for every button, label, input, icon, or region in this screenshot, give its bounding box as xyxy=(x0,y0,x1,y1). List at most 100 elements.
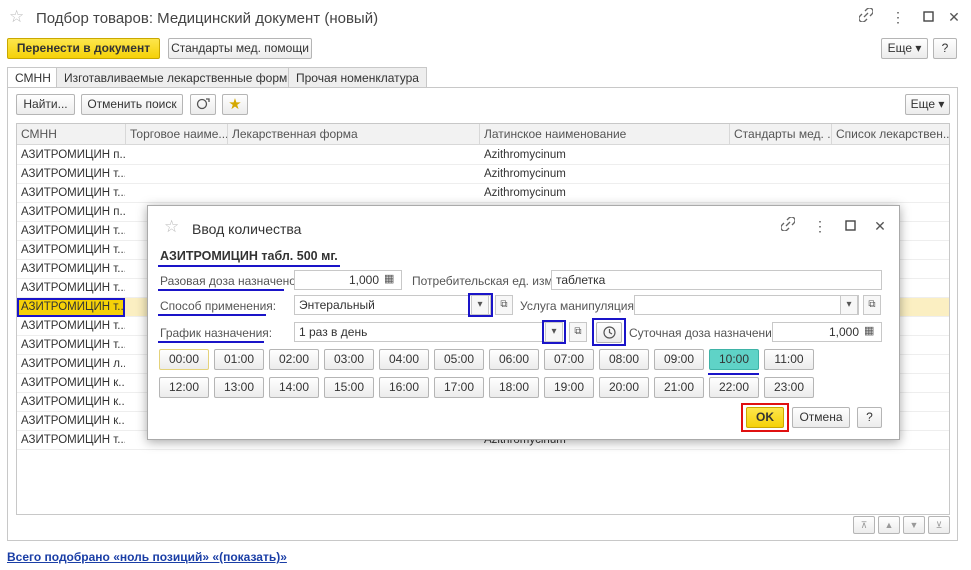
ok-button[interactable]: OK xyxy=(746,407,784,428)
hour-button-2300[interactable]: 23:00 xyxy=(764,377,814,398)
dialog-maximize-icon[interactable] xyxy=(840,216,860,236)
hour-button-1600[interactable]: 16:00 xyxy=(379,377,429,398)
cell-smnn: АЗИТРОМИЦИН т... xyxy=(21,263,125,275)
hour-button-2200[interactable]: 22:00 xyxy=(709,377,759,398)
hour-button-1300[interactable]: 13:00 xyxy=(214,377,264,398)
scroll-last-icon[interactable]: ⊻ xyxy=(928,516,950,534)
schedule-dropdown-highlight xyxy=(542,320,566,344)
hour-button-0300[interactable]: 03:00 xyxy=(324,349,374,370)
table-row[interactable]: АЗИТРОМИЦИН т... Azithromycinum xyxy=(17,184,949,203)
scroll-controls: ⊼ ▲ ▼ ⊻ xyxy=(853,516,950,534)
tab-compounded-forms[interactable]: Изготавливаемые лекарственные формы xyxy=(56,67,304,88)
cell-smnn: АЗИТРОМИЦИН к... xyxy=(21,377,125,389)
method-input[interactable]: Энтеральный xyxy=(294,295,491,315)
cell-smnn: АЗИТРОМИЦИН т... xyxy=(21,225,125,237)
dialog-link-icon[interactable] xyxy=(778,216,798,236)
column-header-dosage-form[interactable]: Лекарственная форма xyxy=(228,124,480,145)
find-button[interactable]: Найти... xyxy=(16,94,75,115)
product-underline xyxy=(158,265,340,267)
hour-button-1000[interactable]: 10:00 xyxy=(709,349,759,370)
quantity-dialog: ☆ Ввод количества ⋮ ✕ АЗИТРОМИЦИН табл. … xyxy=(147,205,900,440)
cell-smnn: АЗИТРОМИЦИН п... xyxy=(21,149,125,161)
cell-smnn: АЗИТРОМИЦИН т... xyxy=(21,320,125,332)
hour-button-2000[interactable]: 20:00 xyxy=(599,377,649,398)
hour-button-2100[interactable]: 21:00 xyxy=(654,377,704,398)
tab-smnn[interactable]: СМНН xyxy=(7,67,59,88)
cancel-search-button[interactable]: Отменить поиск xyxy=(81,94,183,115)
service-dropdown-icon[interactable]: ▾ xyxy=(840,295,858,315)
hour-button-0400[interactable]: 04:00 xyxy=(379,349,429,370)
hour-button-0700[interactable]: 07:00 xyxy=(544,349,594,370)
table-row[interactable]: АЗИТРОМИЦИН п... Azithromycinum xyxy=(17,146,949,165)
cell-smnn: АЗИТРОМИЦИН л... xyxy=(21,358,125,370)
clock-icon[interactable] xyxy=(596,322,622,343)
cancel-button[interactable]: Отмена xyxy=(792,407,850,428)
hour-button-1700[interactable]: 17:00 xyxy=(434,377,484,398)
service-open-icon[interactable]: ⧉ xyxy=(863,295,881,315)
cell-smnn: АЗИТРОМИЦИН к... xyxy=(21,415,125,427)
hour-button-0500[interactable]: 05:00 xyxy=(434,349,484,370)
dialog-title: Ввод количества xyxy=(192,221,302,237)
hour-button-0800[interactable]: 08:00 xyxy=(599,349,649,370)
maximize-icon[interactable] xyxy=(918,7,938,27)
cell-latin: Azithromycinum xyxy=(484,187,566,199)
method-dropdown-highlight xyxy=(468,293,493,317)
more-icon[interactable]: ⋮ xyxy=(888,7,908,27)
cell-smnn: АЗИТРОМИЦИН т... xyxy=(21,168,125,180)
method-open-icon[interactable]: ⧉ xyxy=(495,295,513,315)
consumer-unit-label: Потребительская ед. изм.: xyxy=(412,274,560,288)
hour-button-1800[interactable]: 18:00 xyxy=(489,377,539,398)
column-header-standards[interactable]: Стандарты мед. ... xyxy=(730,124,832,145)
cell-smnn: АЗИТРОМИЦИН т... xyxy=(21,187,125,199)
schedule-label: График назначения: xyxy=(160,326,273,340)
selected-summary-link[interactable]: Всего подобрано «ноль позиций» «(показат… xyxy=(7,550,287,564)
hour-button-0200[interactable]: 02:00 xyxy=(269,349,319,370)
list-more-button[interactable]: Еще ▾ xyxy=(905,94,950,115)
hour-button-0900[interactable]: 09:00 xyxy=(654,349,704,370)
calculator-icon[interactable]: ▦ xyxy=(384,272,394,285)
method-label: Способ применения: xyxy=(160,299,277,313)
refresh-search-icon[interactable] xyxy=(190,94,216,115)
care-standards-button[interactable]: Стандарты мед. помощи xyxy=(168,38,312,59)
schedule-input[interactable]: 1 раз в день xyxy=(294,322,563,342)
column-header-latin-name[interactable]: Латинское наименование xyxy=(480,124,730,145)
dialog-more-icon[interactable]: ⋮ xyxy=(810,216,830,236)
link-icon[interactable] xyxy=(856,7,876,27)
cell-smnn: АЗИТРОМИЦИН т... xyxy=(17,298,125,317)
hour-button-1100[interactable]: 11:00 xyxy=(764,349,814,370)
close-icon[interactable]: ✕ xyxy=(944,7,964,27)
scroll-first-icon[interactable]: ⊼ xyxy=(853,516,875,534)
service-input[interactable] xyxy=(634,295,859,315)
dialog-help-button[interactable]: ? xyxy=(857,407,882,428)
table-row[interactable]: АЗИТРОМИЦИН т... Azithromycinum xyxy=(17,165,949,184)
schedule-open-icon[interactable]: ⧉ xyxy=(569,322,587,342)
favorite-add-icon[interactable]: ★ xyxy=(222,94,248,115)
hour-button-0600[interactable]: 06:00 xyxy=(489,349,539,370)
scroll-down-icon[interactable]: ▼ xyxy=(903,516,925,534)
hour-button-0000[interactable]: 00:00 xyxy=(159,349,209,370)
cell-smnn: АЗИТРОМИЦИН п... xyxy=(21,206,125,218)
help-button[interactable]: ? xyxy=(933,38,957,59)
favorite-star-icon[interactable]: ☆ xyxy=(9,8,24,25)
daily-calculator-icon[interactable]: ▦ xyxy=(864,324,874,337)
cell-smnn: АЗИТРОМИЦИН т... xyxy=(21,434,125,446)
cell-latin: Azithromycinum xyxy=(484,149,566,161)
column-header-drug-list[interactable]: Список лекарствен... xyxy=(832,124,949,145)
hour-button-1200[interactable]: 12:00 xyxy=(159,377,209,398)
scroll-up-icon[interactable]: ▲ xyxy=(878,516,900,534)
cell-smnn: АЗИТРОМИЦИН т... xyxy=(21,244,125,256)
column-header-smnn[interactable]: СМНН xyxy=(17,124,126,145)
cell-smnn: АЗИТРОМИЦИН т... xyxy=(21,282,125,294)
more-button[interactable]: Еще ▾ xyxy=(881,38,928,59)
hour-button-0100[interactable]: 01:00 xyxy=(214,349,264,370)
hour-button-1900[interactable]: 19:00 xyxy=(544,377,594,398)
transfer-to-document-button[interactable]: Перенести в документ xyxy=(7,38,160,59)
dialog-favorite-star-icon[interactable]: ☆ xyxy=(164,218,179,235)
dialog-close-icon[interactable]: ✕ xyxy=(870,216,890,236)
tab-other-nomenclature[interactable]: Прочая номенклатура xyxy=(288,67,427,88)
table-header: СМНН Торговое наиме... Лекарственная фор… xyxy=(17,124,949,145)
more-label: Еще xyxy=(887,41,913,55)
hour-button-1500[interactable]: 15:00 xyxy=(324,377,374,398)
column-header-trade-name[interactable]: Торговое наиме... xyxy=(126,124,228,145)
hour-button-1400[interactable]: 14:00 xyxy=(269,377,319,398)
